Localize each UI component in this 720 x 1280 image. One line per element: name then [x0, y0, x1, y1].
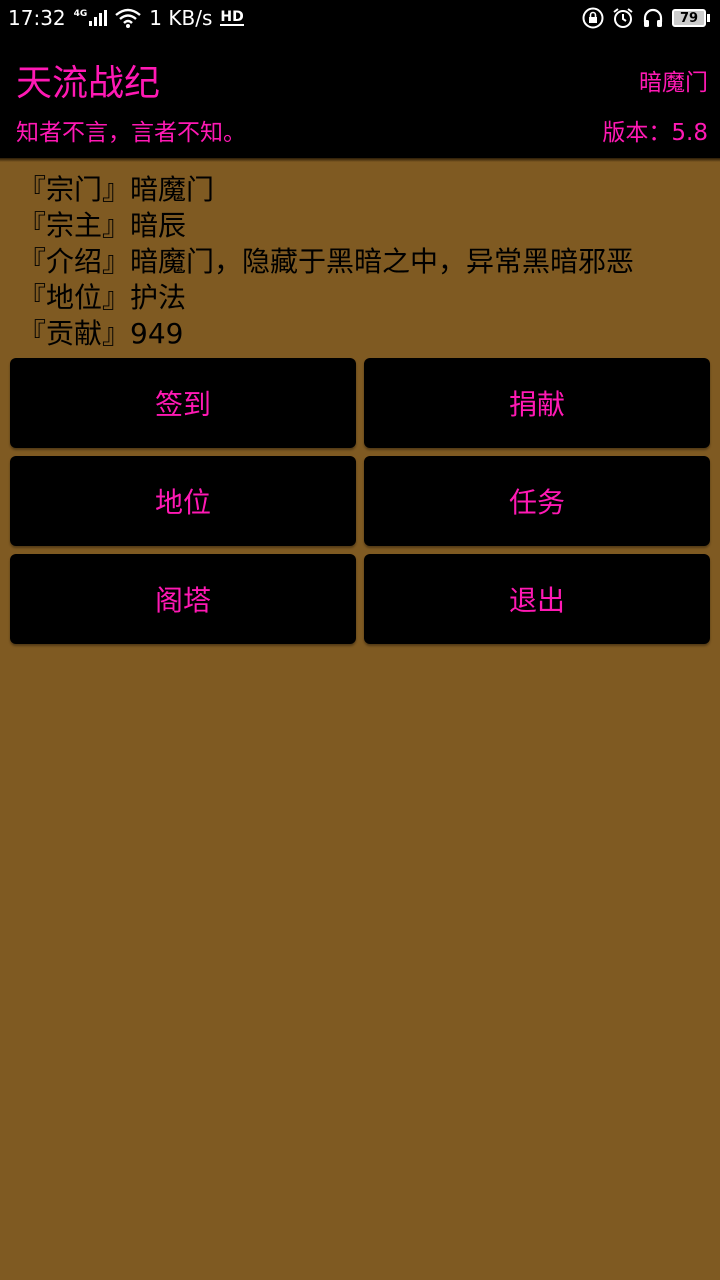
battery-icon: 79 — [672, 9, 710, 27]
network-type-label: 4G — [73, 9, 88, 19]
status-right: 79 — [582, 7, 710, 29]
hd-icon: HD — [220, 9, 244, 26]
wifi-icon — [115, 8, 142, 28]
donate-button[interactable]: 捐献 — [364, 358, 710, 448]
headphones-icon — [643, 8, 663, 27]
pavilion-button[interactable]: 阁塔 — [10, 554, 356, 644]
alarm-icon — [613, 8, 633, 28]
header-shadow — [0, 158, 720, 162]
status-left: 17:32 4G 1 KB/s HD — [8, 6, 244, 30]
battery-tip — [707, 14, 710, 22]
rank-button[interactable]: 地位 — [10, 456, 356, 546]
leader-line: 『宗主』暗辰 — [18, 209, 187, 242]
battery-level: 79 — [672, 9, 706, 27]
sect-line: 『宗门』暗魔门 — [18, 173, 215, 206]
intro-line: 『介绍』暗魔门，隐藏于黑暗之中，异常黑暗邪恶 — [18, 245, 635, 278]
exit-button[interactable]: 退出 — [364, 554, 710, 644]
app-title: 天流战纪 — [16, 63, 161, 104]
status-time: 17:32 — [8, 6, 66, 30]
network-speed: 1 KB/s — [149, 6, 213, 30]
app-header: 天流战纪 暗魔门 知者不言，言者不知。 版本：5.8 — [0, 36, 720, 158]
rank-line: 『地位』护法 — [18, 281, 187, 314]
sect-name-link[interactable]: 暗魔门 — [639, 68, 708, 98]
signal-indicator: 4G — [74, 10, 108, 26]
task-button[interactable]: 任务 — [364, 456, 710, 546]
version-label: 版本：5.8 — [602, 120, 708, 146]
sect-info-panel: 『宗门』暗魔门 『宗主』暗辰 『介绍』暗魔门，隐藏于黑暗之中，异常黑暗邪恶 『地… — [18, 172, 708, 352]
status-bar: 17:32 4G 1 KB/s HD 79 — [0, 0, 720, 36]
signal-icon — [89, 10, 108, 26]
motto-text: 知者不言，言者不知。 — [16, 120, 246, 146]
lock-rotation-icon — [582, 7, 604, 29]
checkin-button[interactable]: 签到 — [10, 358, 356, 448]
contribution-line: 『贡献』949 — [18, 317, 184, 350]
